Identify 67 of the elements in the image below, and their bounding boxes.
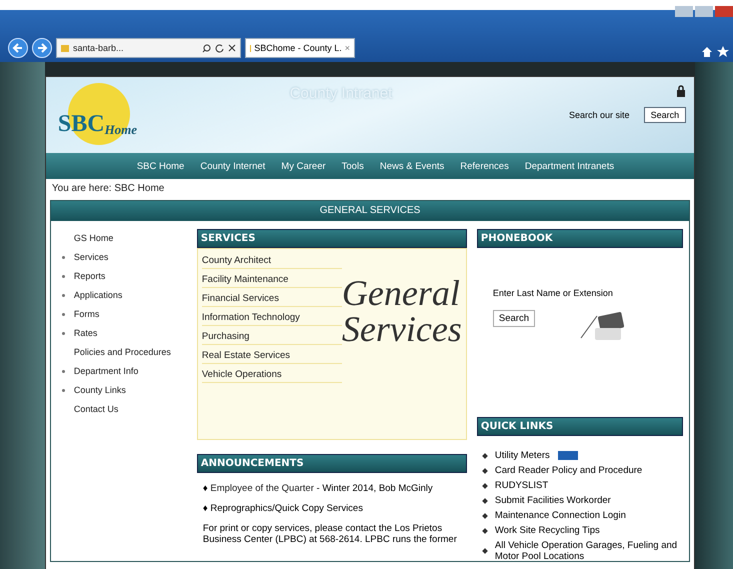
bullet-icon [482,512,488,518]
emblem-text: Services [342,311,462,347]
search-button[interactable]: Search [644,107,686,123]
nav-link[interactable]: Tools [342,160,364,172]
service-link[interactable]: Vehicle Operations [202,369,342,383]
bullet-icon [482,528,488,534]
nav-link[interactable]: County Internet [200,160,266,172]
quick-link[interactable]: Work Site Recycling Tips [494,525,600,536]
section-header: ANNOUNCEMENTS [196,454,467,473]
nav-link[interactable]: Department Intranets [524,160,614,172]
sidebar-link[interactable]: Department Info [74,366,138,376]
quick-link[interactable]: All Vehicle Operation Garages, Fueling and Motor Pool Locations [494,540,678,562]
service-link[interactable]: Financial Services [202,293,342,307]
back-arrow-icon [12,42,24,54]
nav-link[interactable]: References [460,160,509,172]
phonebook-label: Enter Last Name or Extension [492,288,614,298]
service-link[interactable]: Purchasing [202,331,342,345]
nav-link[interactable]: SBC Home [136,160,184,172]
bullet-icon [482,452,488,458]
sidebar-link[interactable]: Reports [74,271,106,281]
home-icon[interactable] [701,46,713,58]
quick-link[interactable]: RUDYSLIST [494,480,548,491]
sidebar-link[interactable]: County Links [74,385,126,395]
sidebar-link[interactable]: Policies and Procedures [74,347,171,357]
sidebar-link[interactable]: Rates [74,328,98,338]
sidebar-link[interactable]: Applications [74,290,122,300]
search-label: Search our site [569,110,630,120]
quick-link[interactable]: Utility Meters [494,450,550,461]
nav-link[interactable]: News & Events [380,160,444,172]
service-link[interactable]: Facility Maintenance [202,274,342,288]
section-header: QUICK LINKS [476,417,684,436]
quick-link[interactable]: Card Reader Policy and Procedure [494,465,642,476]
sidebar-link[interactable]: Contact Us [74,404,118,414]
section-header: SERVICES [196,229,467,248]
service-link[interactable]: Real Estate Services [202,350,342,364]
quick-link[interactable]: Submit Facilities Workorder [494,495,611,506]
browser-tab[interactable]: SBChome - County L. × [245,38,355,58]
lock-icon[interactable] [676,85,686,97]
forward-button[interactable] [32,38,52,58]
star-icon[interactable] [717,46,729,58]
sidebar-link[interactable]: Forms [74,309,100,319]
announcement-text: For print or copy services, please contact the Los Prietos Business Center (LPBC) at 568-2614. LPBC runs the former [202,523,458,545]
announcement: ♦ Reprographics/Quick Copy Services [202,503,364,514]
nav-link[interactable]: My Career [281,160,326,172]
refresh-icon[interactable] [215,44,224,52]
announcement-link[interactable]: Employee of the Quarter [210,483,314,494]
section-header: PHONEBOOK [476,229,684,248]
service-link[interactable]: County Architect [202,255,342,269]
emblem-text: General [342,275,461,311]
search-icon [202,44,211,52]
bullet-icon [482,482,488,488]
forward-arrow-icon [36,42,48,54]
badge-icon [558,451,578,460]
close-icon[interactable] [228,44,236,52]
announcement: ♦ Employee of the Quarter - Winter 2014, Bob McGinly [202,483,434,494]
breadcrumb: You are here: SBC Home [50,182,166,196]
back-button[interactable] [8,38,28,58]
sidebar-link[interactable]: Services [74,252,108,262]
phonebook-search-button[interactable]: Search [492,310,535,327]
service-link[interactable]: Information Technology [202,312,342,326]
sidebar-link[interactable]: GS Home [74,233,114,243]
quick-link[interactable]: Maintenance Connection Login [494,510,626,521]
bullet-icon [482,468,488,474]
address-bar[interactable]: santa-barb... [56,38,241,58]
panel-title: GENERAL SERVICES [50,201,690,221]
bullet-icon [482,548,488,554]
bullet-icon [482,498,488,504]
